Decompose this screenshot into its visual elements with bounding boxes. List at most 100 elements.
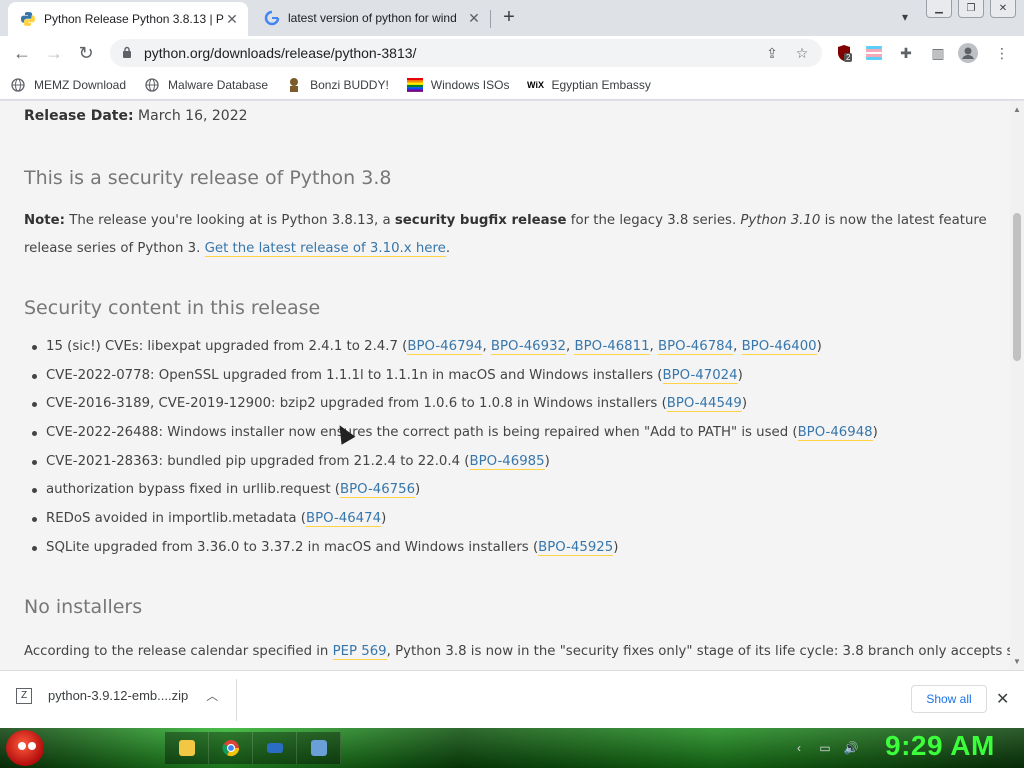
menu-kebab-icon[interactable]: ⋮ [992, 43, 1012, 63]
note-bold: security bugfix release [394, 213, 567, 228]
show-all-button[interactable]: Show all [911, 685, 987, 713]
bpo-link[interactable]: BPO-46474 [305, 511, 382, 528]
extension-badge: 2 [844, 53, 853, 62]
list-item: CVE-2022-0778: OpenSSL upgraded from 1.1… [24, 362, 878, 391]
release-date-value: March 16, 2022 [138, 108, 248, 124]
file-explorer-icon[interactable] [165, 732, 209, 764]
network-icon[interactable]: ▭ [816, 740, 834, 756]
new-tab-button[interactable]: + [498, 6, 520, 28]
bpo-link[interactable]: BPO-46400 [741, 339, 817, 355]
heading-no-installers: No installers [24, 596, 143, 618]
latest-release-link[interactable]: Get the latest release of 3.10.x here [204, 241, 446, 257]
bpo-link[interactable]: BPO-46948 [797, 425, 873, 442]
ublock-extension-icon[interactable]: 2 [834, 43, 854, 63]
pep-569-link[interactable]: PEP 569 [332, 644, 387, 660]
tab-close-icon[interactable]: ✕ [466, 10, 482, 26]
heading-security-release: This is a security release of Python 3.8 [24, 167, 392, 189]
release-date-label: Release Date: [24, 108, 134, 124]
close-window-button[interactable]: ✕ [990, 0, 1016, 18]
bookmark-star-icon[interactable]: ☆ [792, 43, 812, 63]
bookmark-label: MEMZ Download [34, 77, 127, 92]
scroll-up-arrow-icon[interactable]: ▲ [1013, 105, 1021, 114]
python-icon [20, 11, 36, 27]
share-icon[interactable]: ⇪ [762, 43, 782, 63]
download-item[interactable]: Z python-3.9.12-emb....zip ︿ [16, 687, 218, 704]
bookmark-label: Bonzi BUDDY! [310, 77, 389, 92]
scrollbar-thumb[interactable] [1013, 213, 1021, 361]
extension-flag-icon[interactable] [864, 43, 884, 63]
taskbar-clock[interactable]: 9:29 AM [885, 730, 995, 762]
bookmark-label: Egyptian Embassy [551, 77, 651, 92]
bookmark-memz-download[interactable]: MEMZ Download [10, 77, 126, 93]
tab-close-icon[interactable]: ✕ [224, 11, 240, 27]
bpo-link[interactable]: BPO-45925 [538, 539, 614, 556]
item-end: ) [872, 425, 878, 441]
window-controls: ▁ ❐ ✕ [920, 0, 1016, 18]
bird-eye [28, 742, 36, 750]
item-text: CVE-2022-0778: OpenSSL upgraded from 1.1… [46, 367, 663, 383]
tab-search-chevron-icon[interactable]: ▾ [896, 8, 914, 26]
download-separator [236, 679, 237, 721]
item-end: ) [816, 339, 822, 354]
globe-icon [144, 77, 160, 93]
bpo-link[interactable]: BPO-46932 [490, 339, 566, 355]
taskbar: ‹ ▭ 🔊 9:29 AM [0, 728, 1024, 768]
page-content: Release Date: March 16, 2022 This is a s… [0, 101, 1010, 670]
bookmark-egyptian-embassy[interactable]: WiX Egyptian Embassy [527, 77, 651, 93]
close-download-shelf-icon[interactable]: ✕ [996, 689, 1009, 709]
tab-strip: Python Release Python 3.8.13 | P ✕ lates… [0, 0, 1024, 36]
bird-eye [18, 742, 26, 750]
tab-title: Python Release Python 3.8.13 | P [44, 12, 224, 26]
settings-app-icon[interactable] [297, 732, 341, 764]
keyboard-icon[interactable] [253, 732, 297, 764]
volume-icon[interactable]: 🔊 [842, 740, 860, 756]
scroll-down-arrow-icon[interactable]: ▼ [1013, 657, 1021, 666]
lock-icon[interactable] [122, 46, 134, 61]
bonzi-icon [286, 77, 302, 93]
extensions-puzzle-icon[interactable]: ✚ [896, 43, 916, 63]
bpo-link[interactable]: BPO-46794 [407, 339, 483, 355]
chrome-icon[interactable] [209, 732, 253, 764]
bpo-link[interactable]: BPO-46756 [339, 482, 416, 499]
tab-separator [490, 10, 491, 28]
tab-python-release[interactable]: Python Release Python 3.8.13 | P ✕ [8, 2, 248, 36]
note-italic: Python 3.10 [740, 213, 821, 228]
restore-button[interactable]: ❐ [958, 0, 984, 18]
bookmarks-bar: MEMZ Download Malware Database Bonzi BUD… [0, 70, 1024, 100]
chevron-up-icon[interactable]: ︿ [206, 687, 218, 704]
minimize-button[interactable]: ▁ [926, 0, 952, 18]
download-shelf: Z python-3.9.12-emb....zip ︿ Show all ✕ [0, 670, 1024, 728]
bottom-text-1: According to the release calendar specif… [24, 644, 333, 659]
back-arrow-icon[interactable]: ← [10, 41, 34, 65]
bookmark-label: Malware Database [168, 77, 269, 92]
bpo-link[interactable]: BPO-47024 [662, 367, 738, 384]
reload-icon[interactable]: ↻ [74, 41, 98, 65]
side-panel-icon[interactable]: ▥ [928, 43, 948, 63]
bpo-link[interactable]: BPO-46784 [658, 339, 734, 355]
url-text[interactable]: python.org/downloads/release/python-3813… [144, 45, 762, 61]
tray-chevron-icon[interactable]: ‹ [790, 740, 808, 756]
item-end: ) [737, 367, 743, 383]
list-item: CVE-2016-3189, CVE-2019-12900: bzip2 upg… [24, 390, 878, 419]
item-end: ) [415, 482, 421, 498]
forward-arrow-icon[interactable]: → [42, 41, 66, 65]
bookmark-windows-isos[interactable]: Windows ISOs [406, 77, 509, 93]
address-bar[interactable]: python.org/downloads/release/python-3813… [110, 39, 822, 67]
tab-google-search[interactable]: latest version of python for wind ✕ [252, 2, 490, 34]
google-icon [264, 10, 280, 26]
taskbar-apps [165, 732, 341, 764]
item-text: 15 (sic!) CVEs: libexpat upgraded from 2… [46, 339, 408, 354]
bpo-link[interactable]: BPO-46811 [574, 339, 650, 355]
list-item: CVE-2022-26488: Windows installer now en… [24, 419, 878, 448]
bpo-link[interactable]: BPO-46985 [469, 453, 545, 470]
page-scrollbar[interactable]: ▲ ▼ [1010, 101, 1024, 670]
bookmark-malware-database[interactable]: Malware Database [144, 77, 268, 93]
profile-avatar-icon[interactable] [958, 43, 978, 63]
browser-toolbar: ← → ↻ python.org/downloads/release/pytho… [0, 36, 1024, 70]
list-item: 15 (sic!) CVEs: libexpat upgraded from 2… [24, 333, 878, 362]
bottom-text-2: , Python 3.8 is now in the "security fix… [386, 644, 1010, 659]
bpo-link[interactable]: BPO-44549 [666, 396, 742, 413]
bookmark-bonzi-buddy[interactable]: Bonzi BUDDY! [286, 77, 389, 93]
start-button-angry-bird-icon[interactable] [6, 730, 44, 766]
item-text: CVE-2022-26488: Windows installer now en… [46, 425, 798, 441]
